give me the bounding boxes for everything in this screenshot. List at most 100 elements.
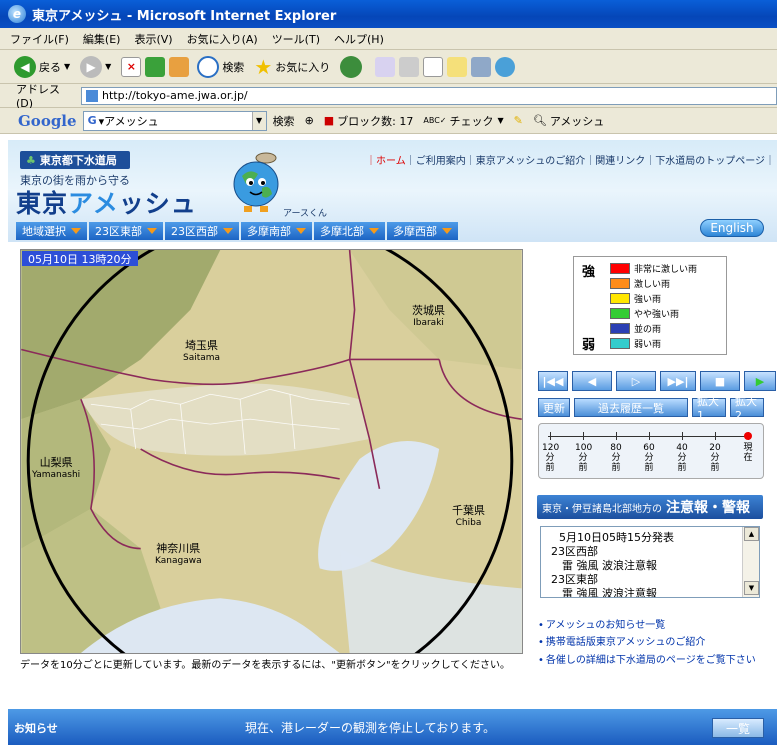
menu-edit[interactable]: 編集(E)	[83, 31, 121, 47]
research-icon[interactable]	[471, 56, 492, 77]
radar-map[interactable]	[20, 249, 523, 654]
menu-favorites[interactable]: お気に入り(A)	[187, 31, 258, 47]
warnings-scrollbar[interactable]: ▲ ▼	[742, 527, 759, 597]
time-label: 20 分前	[709, 443, 721, 473]
ibaraki-label: 茨城県 Ibaraki	[412, 304, 445, 329]
sewerage-top-link[interactable]: ｜下水道局のトップページ｜	[645, 152, 775, 167]
region-23-east-tab[interactable]: 23区東部	[89, 222, 165, 240]
saitama-label: 埼玉県 Saitama	[183, 339, 221, 364]
google-search-input[interactable]: G ▾アメッシュ ▼	[82, 110, 267, 131]
search-button[interactable]: 検索	[197, 55, 245, 78]
play-forward-icon: ▷	[631, 374, 641, 388]
first-frame-button[interactable]: |◀◀	[538, 371, 568, 391]
notice-list-button[interactable]: 一覧	[712, 718, 764, 738]
region-tama-west-tab[interactable]: 多摩西部	[387, 222, 460, 240]
search-label: 検索	[222, 60, 245, 74]
forward-arrow-icon: ▶	[80, 55, 103, 78]
legend-row: やや強い雨	[610, 307, 679, 320]
google-toolbar: Google G ▾アメッシュ ▼ 検索 ⊕ ■ ブロック数: 17 ABC✓ …	[0, 108, 777, 134]
guide-link[interactable]: ｜ご利用案内	[406, 152, 466, 167]
menu-view[interactable]: 表示(V)	[134, 31, 172, 47]
back-dropdown-icon[interactable]: ▼	[64, 62, 70, 71]
forward-dropdown-icon[interactable]: ▼	[105, 62, 111, 71]
edit-icon[interactable]	[423, 56, 444, 77]
messenger-icon[interactable]	[495, 56, 516, 77]
next-frame-button[interactable]: ▷	[616, 371, 656, 391]
print-icon[interactable]	[399, 56, 420, 77]
refresh-icon[interactable]	[145, 56, 166, 77]
region-select-tab[interactable]: 地域選択	[16, 222, 89, 240]
last-frame-button[interactable]: ▶▶|	[660, 371, 696, 391]
notice-text: 現在、港レーダーの観測を停止しております。	[245, 721, 496, 735]
dropdown-arrow-icon	[369, 228, 379, 234]
popup-block-button[interactable]: ■ ブロック数: 17	[324, 113, 414, 129]
zoom2-button[interactable]: 拡大2	[730, 395, 764, 422]
star-icon: ★	[254, 54, 273, 79]
scroll-up-icon[interactable]: ▲	[744, 527, 759, 541]
bureau-badge[interactable]: ♣ 東京都下水道局	[20, 151, 130, 169]
favorites-button[interactable]: ★ お気に入り	[254, 55, 330, 79]
stop-icon: ■	[714, 374, 726, 388]
time-tick	[715, 432, 716, 440]
menu-file[interactable]: ファイル(F)	[10, 31, 69, 47]
stop-button[interactable]: ■	[700, 371, 740, 391]
related-link[interactable]: ｜関連リンク	[585, 152, 645, 167]
home-icon[interactable]	[169, 56, 190, 77]
play-icon: ▶	[755, 374, 765, 388]
english-button[interactable]: English	[700, 219, 764, 237]
amesh-bookmark-button[interactable]: 🔍︎ アメッシュ	[533, 113, 604, 129]
notice-list-link[interactable]: • アメッシュのお知らせ一覧	[538, 616, 665, 631]
menu-help[interactable]: ヘルプ(H)	[334, 31, 384, 47]
forward-button[interactable]: ▶ ▼	[80, 55, 111, 78]
time-tick	[616, 432, 617, 440]
history-icon[interactable]	[340, 55, 363, 78]
events-link[interactable]: • 各催しの詳細は下水道局のページをご覧下さい	[538, 651, 756, 666]
address-bar: アドレス(D) http://tokyo-ame.jwa.or.jp/	[0, 83, 777, 110]
time-slider-handle[interactable]	[744, 432, 752, 440]
menu-tools[interactable]: ツール(T)	[272, 31, 320, 47]
history-button[interactable]: 過去履歴一覧	[574, 398, 688, 417]
chevron-down-icon[interactable]: ▼	[498, 116, 504, 125]
discuss-icon[interactable]	[447, 56, 468, 77]
chevron-down-icon[interactable]: ▼	[251, 111, 266, 130]
region-23-west-tab[interactable]: 23区西部	[165, 222, 241, 240]
mail-icon[interactable]	[375, 56, 396, 77]
dropdown-arrow-icon	[442, 228, 452, 234]
time-label: 100 分前	[575, 443, 593, 473]
warning-line: 雷 強風 波浪注意報	[551, 587, 657, 598]
skip-forward-icon: ▶▶|	[667, 374, 689, 388]
region-tama-north-tab[interactable]: 多摩北部	[314, 222, 387, 240]
google-magnifier-icon[interactable]: ⊕	[305, 114, 314, 127]
refresh-button[interactable]: 更新	[538, 398, 570, 417]
mascot-name: アースくん	[283, 209, 328, 219]
play-button[interactable]: ▶	[744, 371, 776, 391]
scroll-down-icon[interactable]: ▼	[744, 581, 759, 595]
google-search-button[interactable]: 検索	[273, 113, 295, 129]
site-logo[interactable]: 東京アメッシュ	[16, 184, 197, 220]
legend-weak-label: 弱	[582, 338, 596, 353]
time-tick	[550, 432, 551, 440]
magnifier-icon	[197, 55, 220, 78]
home-link[interactable]: ｜ホーム	[366, 152, 406, 167]
ie-logo-icon: e	[8, 5, 26, 23]
region-tama-south-tab[interactable]: 多摩南部	[241, 222, 314, 240]
intro-link[interactable]: ｜東京アメッシュのご紹介	[466, 152, 586, 167]
address-label: アドレス(D)	[16, 83, 60, 110]
playback-controls: |◀◀ ◀ ▷ ▶▶| ■ ▶	[538, 371, 777, 391]
back-button[interactable]: ◀ 戻る ▼	[14, 55, 70, 78]
address-field[interactable]: http://tokyo-ame.jwa.or.jp/	[81, 86, 777, 105]
prev-frame-button[interactable]: ◀	[572, 371, 612, 391]
kanagawa-label: 神奈川県 Kanagawa	[155, 542, 202, 567]
stop-icon[interactable]: ×	[121, 56, 142, 77]
window-title: 東京アメッシュ - Microsoft Internet Explorer	[32, 8, 337, 24]
menu-bar: ファイル(F) 編集(E) 表示(V) お気に入り(A) ツール(T) ヘルプ(…	[0, 28, 777, 50]
zoom1-button[interactable]: 拡大1	[692, 395, 726, 422]
spell-check-button[interactable]: ABC✓ チェック ▼	[423, 113, 503, 129]
amesh-bookmark-label: アメッシュ	[549, 114, 605, 128]
highlight-icon[interactable]: ✎	[514, 114, 523, 127]
favorites-label: お気に入り	[275, 60, 331, 74]
bureau-label: 東京都下水道局	[39, 154, 117, 167]
warnings-list[interactable]: 5月10日05時15分発表 23区西部 雷 強風 波浪注意報 23区東部 雷 強…	[540, 526, 760, 598]
mobile-version-link[interactable]: • 携帯電話版東京アメッシュのご紹介	[538, 633, 705, 648]
yamanashi-label: 山梨県 Yamanashi	[32, 456, 81, 481]
